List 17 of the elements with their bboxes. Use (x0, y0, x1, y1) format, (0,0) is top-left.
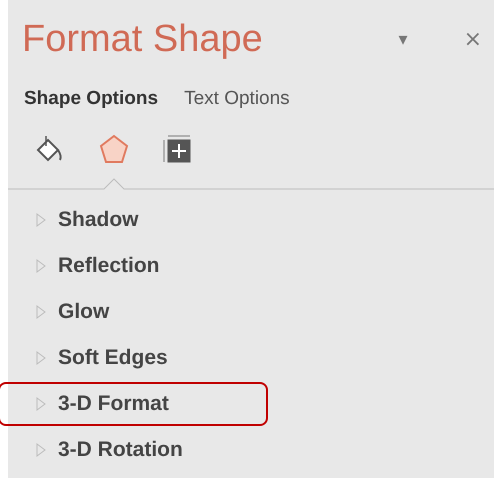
options-tab[interactable]: Shape Options (24, 88, 158, 110)
options-tab[interactable]: Text Options (184, 88, 290, 110)
section-header[interactable]: 3-D Format (58, 392, 169, 416)
expand-arrow-icon[interactable] (36, 351, 46, 365)
expand-arrow-icon[interactable] (36, 305, 46, 319)
expand-arrow-icon[interactable] (36, 213, 46, 227)
dropdown-button[interactable]: ▾ (398, 28, 408, 50)
section-header[interactable]: Reflection (58, 254, 160, 278)
panel-title: Format Shape (22, 18, 264, 60)
section-header[interactable]: Shadow (58, 208, 139, 232)
section-header[interactable]: Soft Edges (58, 346, 168, 370)
expand-arrow-icon[interactable] (36, 443, 46, 457)
section-header[interactable]: 3-D Rotation (58, 438, 183, 462)
expand-arrow-icon[interactable] (36, 397, 46, 411)
section-header[interactable]: Glow (58, 300, 110, 324)
expand-arrow-icon[interactable] (36, 259, 46, 273)
close-button[interactable]: × (464, 26, 482, 52)
